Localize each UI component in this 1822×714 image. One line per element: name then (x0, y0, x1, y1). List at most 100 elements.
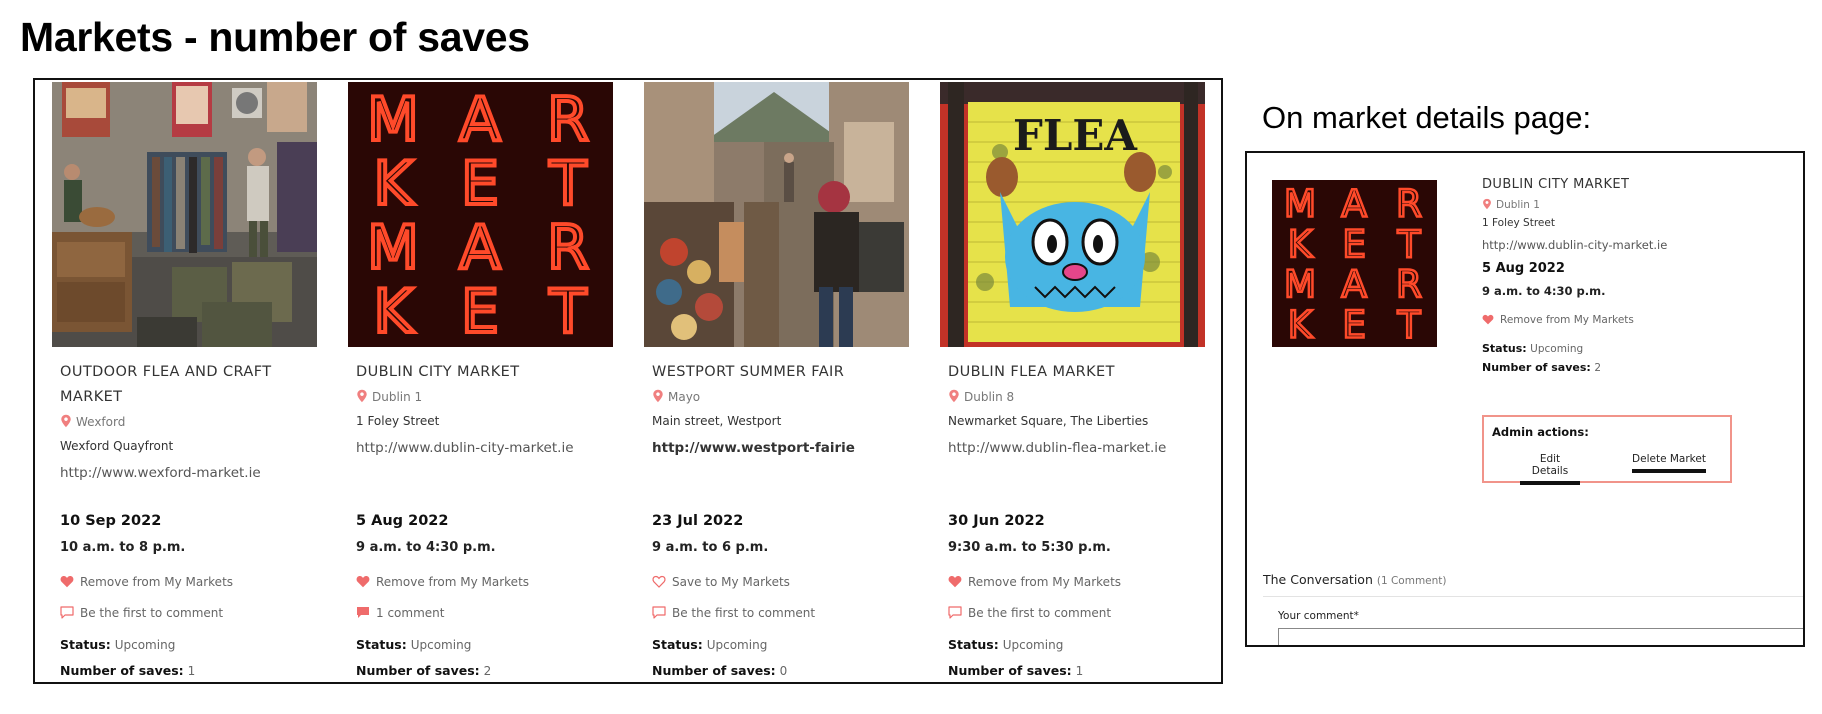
status-label: Status: (948, 637, 999, 652)
market-time: 9 a.m. to 6 p.m. (652, 540, 769, 555)
conversation-heading: The Conversation (1 Comment) (1263, 572, 1447, 587)
remove-from-my-markets-button[interactable]: Remove from My Markets (60, 575, 233, 589)
market-date: 23 Jul 2022 (652, 513, 744, 529)
neon-letter: M (1284, 181, 1316, 225)
neon-letter: K (373, 149, 414, 219)
status-value: Upcoming (706, 638, 768, 652)
neon-letter: A (459, 213, 500, 283)
comment-label: 1 comment (376, 606, 445, 620)
market-time: 9:30 a.m. to 5:30 p.m. (948, 540, 1111, 555)
neon-letter: R (1396, 181, 1422, 225)
market-status: Status: Upcoming (948, 637, 1063, 652)
neon-letter: K (1288, 222, 1314, 266)
location-pin-icon (356, 389, 368, 403)
number-of-saves: Number of saves: 0 (652, 663, 787, 678)
market-address: 1 Foley Street (356, 414, 440, 428)
saves-value: 0 (779, 664, 788, 678)
market-card: WESTPORT SUMMER FAIR Mayo Main street, W… (644, 80, 909, 682)
saves-label: Number of saves: (1482, 361, 1591, 374)
neon-letter: E (1342, 222, 1366, 266)
neon-letter: T (1397, 302, 1422, 346)
location-text: Dublin 1 (1496, 199, 1540, 211)
neon-letter: A (1341, 262, 1367, 306)
neon-letter: T (1397, 222, 1422, 266)
saves-label: Number of saves: (356, 663, 480, 678)
edit-details-button[interactable]: Edit Details (1520, 453, 1580, 485)
comment-link[interactable]: Be the first to comment (60, 606, 223, 620)
neon-letter: K (373, 277, 414, 347)
market-url[interactable]: http://www.westport-fairie (652, 438, 914, 458)
status-label: Status: (1482, 342, 1527, 355)
market-name-line: MARKET (60, 389, 123, 405)
admin-actions-title: Admin actions: (1492, 425, 1589, 439)
market-location: Dublin 1 (356, 388, 618, 406)
flea-graffiti-door-icon: FLEA (940, 82, 1205, 347)
neon-letter: E (461, 149, 499, 219)
remove-from-my-markets-button[interactable]: Remove from My Markets (948, 575, 1121, 589)
comment-link[interactable]: 1 comment (356, 606, 444, 620)
market-url[interactable]: http://www.dublin-city-market.ie (1482, 238, 1792, 252)
status-label: Status: (60, 637, 111, 652)
market-name[interactable]: DUBLIN FLEA MARKET (948, 360, 1210, 385)
market-name: DUBLIN CITY MARKET (1482, 177, 1630, 192)
status-value: Upcoming (1530, 343, 1584, 355)
flea-market-photo[interactable] (52, 82, 317, 347)
comment-filled-icon (356, 606, 370, 619)
neon-letter: A (459, 85, 500, 155)
location-pin-icon (60, 414, 72, 428)
market-name-line: WESTPORT SUMMER FAIR (652, 364, 845, 380)
heart-filled-icon (356, 575, 370, 588)
market-date: 10 Sep 2022 (60, 513, 162, 529)
page-title: Markets - number of saves (20, 14, 530, 60)
comment-field-label: Your comment* (1278, 610, 1359, 622)
saves-value: 1 (187, 664, 196, 678)
comment-outline-icon (60, 606, 74, 619)
street-bazaar-photo[interactable] (644, 82, 909, 347)
divider (1263, 596, 1803, 597)
remove-from-my-markets-button[interactable]: Remove from My Markets (356, 575, 529, 589)
market-name[interactable]: WESTPORT SUMMER FAIR (652, 360, 914, 385)
saves-label: Number of saves: (60, 663, 184, 678)
comment-label: Be the first to comment (672, 606, 816, 620)
heart-filled-icon (948, 575, 962, 588)
market-status: Status: Upcoming (1482, 342, 1792, 355)
save-to-my-markets-button[interactable]: Save to My Markets (652, 575, 790, 589)
flea-graffiti-door-photo[interactable]: FLEA (940, 82, 1205, 347)
number-of-saves: Number of saves: 1 (948, 663, 1083, 678)
neon-letter: M (367, 213, 419, 283)
market-url[interactable]: http://www.wexford-market.ie (60, 463, 322, 483)
comment-label: Be the first to comment (968, 606, 1112, 620)
location-pin-icon (948, 389, 960, 403)
comment-link[interactable]: Be the first to comment (948, 606, 1111, 620)
market-time: 10 a.m. to 8 p.m. (60, 540, 186, 555)
remove-from-my-markets-button[interactable]: Remove from My Markets (1482, 314, 1792, 326)
save-label: Save to My Markets (672, 575, 790, 589)
neon-letter: T (549, 149, 587, 219)
details-heading: On market details page: (1262, 100, 1592, 135)
market-address: 1 Foley Street (1482, 217, 1555, 229)
market-status: Status: Upcoming (356, 637, 471, 652)
status-label: Status: (356, 637, 407, 652)
status-value: Upcoming (114, 638, 176, 652)
market-name[interactable]: OUTDOOR FLEA AND CRAFT MARKET (60, 360, 322, 410)
delete-market-button[interactable]: Delete Market (1632, 453, 1706, 473)
saves-value: 2 (483, 664, 492, 678)
saves-value: 1 (1075, 664, 1084, 678)
neon-letter: M (1284, 262, 1316, 306)
market-url[interactable]: http://www.dublin-city-market.ie (356, 438, 618, 458)
neon-letter: R (547, 213, 589, 283)
neon-letter: A (1341, 181, 1367, 225)
neon-letter: R (1396, 262, 1422, 306)
market-name[interactable]: DUBLIN CITY MARKET (356, 360, 618, 385)
saves-label: Number of saves: (652, 663, 776, 678)
market-location: Mayo (652, 388, 914, 406)
market-time: 9 a.m. to 4:30 p.m. (1482, 284, 1606, 298)
saves-value: 2 (1594, 362, 1601, 374)
comment-input[interactable] (1278, 628, 1803, 645)
market-url[interactable]: http://www.dublin-flea-market.ie (948, 438, 1210, 458)
save-label: Remove from My Markets (1500, 314, 1634, 326)
comment-link[interactable]: Be the first to comment (652, 606, 815, 620)
neon-market-sign-photo[interactable]: MAR KET MAR KET (348, 82, 613, 347)
neon-letter: E (461, 277, 499, 347)
comment-count: (1 Comment) (1376, 575, 1447, 587)
